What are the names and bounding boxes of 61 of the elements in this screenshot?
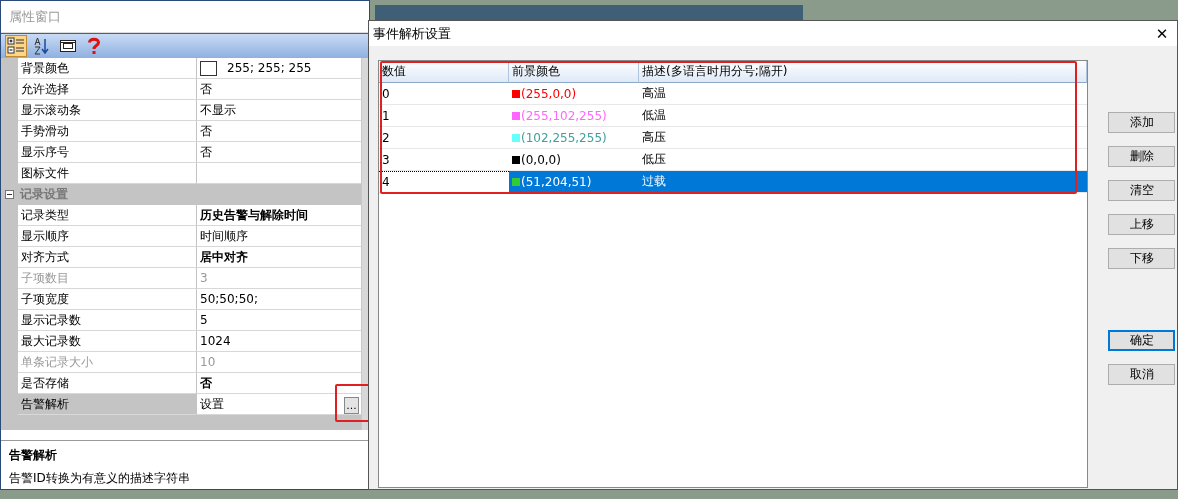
property-name[interactable]: 显示滚动条 [18, 100, 196, 121]
color-value: (0,0,0) [521, 152, 561, 167]
property-name[interactable]: 允许选择 [18, 79, 196, 100]
property-value[interactable]: 否 [196, 79, 361, 100]
sort-icon [33, 37, 51, 55]
table-cell: 1 [379, 105, 509, 127]
table-cell: 3 [379, 149, 509, 171]
property-value[interactable]: 1024 [196, 331, 361, 352]
property-name[interactable]: 显示顺序 [18, 226, 196, 247]
property-name[interactable]: 手势滑动 [18, 121, 196, 142]
column-header[interactable]: 描述(多语言时用分号;隔开) [639, 61, 1087, 83]
help-icon [87, 37, 101, 55]
dialog-button[interactable]: 添加 [1108, 112, 1175, 133]
column-header[interactable]: 前景颜色 [509, 61, 639, 83]
dialog-title: 事件解析设置 [373, 24, 451, 43]
property-name[interactable]: 背景颜色 [18, 58, 196, 79]
table-cell: 0 [379, 83, 509, 105]
description-text: 告警ID转换为有意义的描述字符串 [9, 470, 191, 487]
property-name[interactable]: 对齐方式 [18, 247, 196, 268]
property-value[interactable]: 设置 ... [196, 394, 361, 415]
property-value[interactable]: 时间顺序 [196, 226, 361, 247]
collapse-icon[interactable] [5, 190, 14, 199]
color-value: (255,102,255) [521, 108, 607, 123]
description-title: 告警解析 [9, 447, 58, 464]
dialog-button[interactable]: 清空 [1108, 180, 1175, 201]
ellipsis-button[interactable]: ... [344, 397, 359, 414]
property-value[interactable]: 50;50;50; [196, 289, 361, 310]
property-name[interactable]: 记录类型 [18, 205, 196, 226]
property-pages-icon [59, 37, 77, 55]
property-value[interactable]: 居中对齐 [196, 247, 361, 268]
color-value: (51,204,51) [521, 174, 592, 189]
dialog-button[interactable]: 确定 [1108, 330, 1175, 351]
property-value[interactable]: 不显示 [196, 100, 361, 121]
property-value[interactable]: 否 [196, 121, 361, 142]
table-cell: 高温 [639, 83, 1087, 105]
table-cell: 2 [379, 127, 509, 149]
property-value[interactable]: 否 [196, 142, 361, 163]
color-value: (102,255,255) [521, 130, 607, 145]
property-name[interactable]: 显示记录数 [18, 310, 196, 331]
color-value: 255; 255; 255 [227, 61, 312, 75]
table-cell: 高压 [639, 127, 1087, 149]
dialog-button[interactable]: 下移 [1108, 248, 1175, 269]
property-name[interactable]: 子项宽度 [18, 289, 196, 310]
property-name[interactable]: 是否存储 [18, 373, 196, 394]
property-name[interactable]: 显示序号 [18, 142, 196, 163]
property-name[interactable]: 图标文件 [18, 163, 196, 184]
property-value[interactable]: 历史告警与解除时间 [196, 205, 361, 226]
dialog-button[interactable]: 取消 [1108, 364, 1175, 385]
property-value[interactable]: 255; 255; 255 [196, 58, 361, 79]
property-value[interactable]: 否 [196, 373, 361, 394]
property-name[interactable]: 最大记录数 [18, 331, 196, 352]
categorized-icon [7, 37, 25, 55]
category-label: 记录设置 [20, 186, 68, 203]
dialog-button[interactable]: 上移 [1108, 214, 1175, 235]
table-cell: 过载 [639, 171, 1087, 193]
property-value[interactable]: 5 [196, 310, 361, 331]
close-button[interactable]: ✕ [1147, 21, 1177, 46]
dialog-button[interactable]: 删除 [1108, 146, 1175, 167]
column-header[interactable]: 数值 [379, 61, 509, 83]
table-cell: 低温 [639, 105, 1087, 127]
color-value: (255,0,0) [521, 86, 577, 101]
